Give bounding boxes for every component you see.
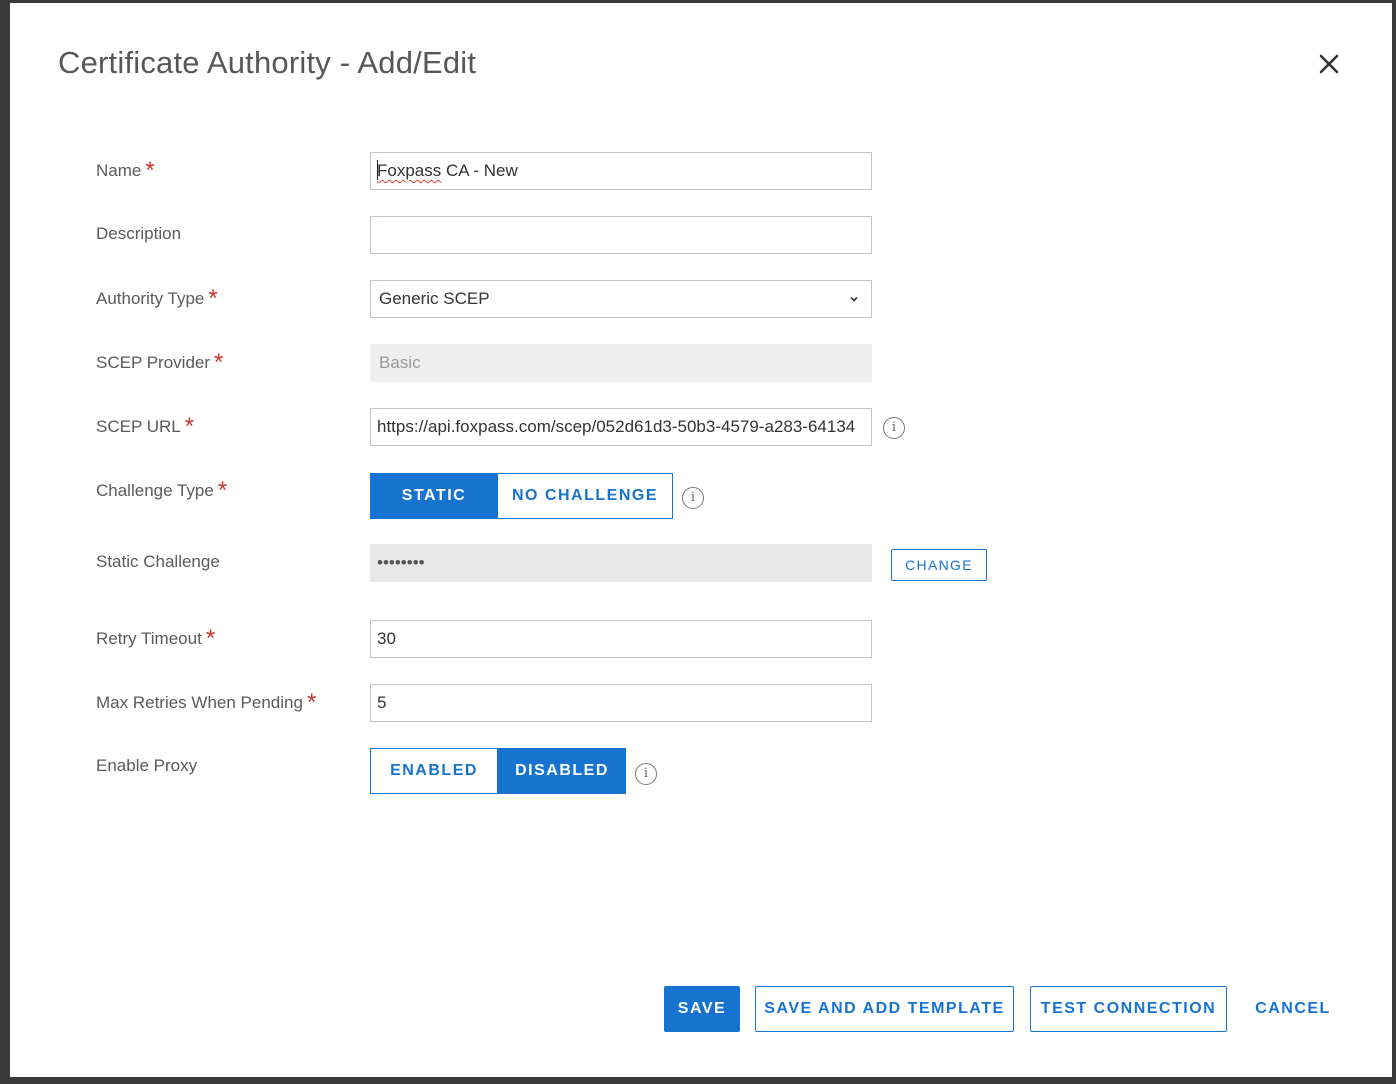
cancel-button[interactable]: CANCEL [1248, 986, 1338, 1032]
name-label: Name * [96, 157, 155, 184]
description-label: Description [96, 224, 182, 243]
static-challenge-field: •••••••• [370, 544, 872, 582]
challenge-static-option[interactable]: STATIC [370, 473, 498, 519]
required-marker: * [145, 157, 155, 184]
max-retries-label: Max Retries When Pending * [96, 689, 317, 716]
required-marker: * [214, 349, 224, 376]
description-field[interactable] [370, 216, 872, 254]
test-connection-button[interactable]: TEST CONNECTION [1030, 986, 1227, 1032]
certificate-authority-dialog: Certificate Authority - Add/Edit Name * F… [10, 3, 1392, 1077]
name-value-spellcheck: Foxpass [377, 161, 442, 180]
required-marker: * [306, 689, 317, 716]
chevron-down-icon [850, 296, 858, 302]
scep-url-field[interactable]: https://api.foxpass.com/scep/052d61d3-50… [370, 408, 872, 446]
name-value-rest: CA - New [441, 161, 518, 180]
enable-proxy-label: Enable Proxy [96, 756, 198, 775]
challenge-none-option[interactable]: NO CHALLENGE [498, 473, 673, 519]
scep-provider-field: Basic [370, 344, 872, 382]
authority-type-value: Generic SCEP [379, 289, 490, 308]
info-icon[interactable]: i [635, 763, 657, 785]
name-field[interactable]: Foxpass CA - New [370, 152, 872, 190]
info-icon[interactable]: i [883, 417, 905, 439]
info-icon[interactable]: i [682, 487, 704, 509]
challenge-type-toggle: STATIC NO CHALLENGE [370, 473, 673, 519]
proxy-disabled-option[interactable]: DISABLED [498, 748, 626, 794]
required-marker: * [205, 625, 216, 652]
authority-type-label: Authority Type * [96, 285, 218, 312]
retry-timeout-label: Retry Timeout * [96, 625, 216, 652]
retry-timeout-field[interactable]: 30 [370, 620, 872, 658]
challenge-type-label: Challenge Type * [96, 477, 228, 504]
scep-provider-label: SCEP Provider * [96, 349, 224, 376]
enable-proxy-toggle: ENABLED DISABLED [370, 748, 626, 794]
max-retries-field[interactable]: 5 [370, 684, 872, 722]
save-and-add-template-button[interactable]: SAVE AND ADD TEMPLATE [755, 986, 1014, 1032]
static-challenge-label: Static Challenge [96, 552, 220, 571]
proxy-enabled-option[interactable]: ENABLED [370, 748, 498, 794]
change-button[interactable]: CHANGE [891, 549, 987, 581]
required-marker: * [184, 413, 195, 440]
close-icon[interactable] [1314, 49, 1344, 79]
save-button[interactable]: SAVE [664, 986, 740, 1032]
required-marker: * [208, 285, 218, 312]
required-marker: * [217, 477, 228, 504]
scep-url-label: SCEP URL * [96, 413, 195, 440]
dialog-title: Certificate Authority - Add/Edit [58, 45, 477, 80]
authority-type-select[interactable]: Generic SCEP [370, 280, 872, 318]
